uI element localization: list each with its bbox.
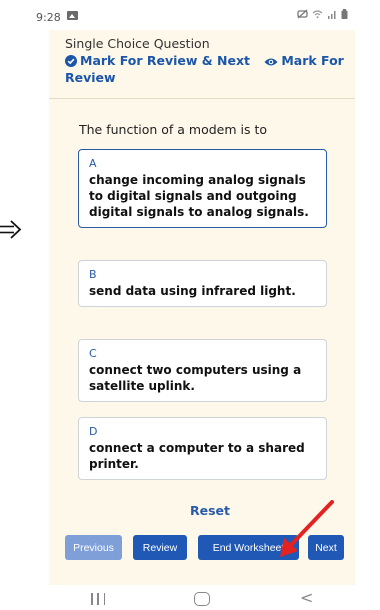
mark-review-next-link[interactable]: Mark For Review & Next: [65, 53, 254, 68]
previous-button[interactable]: Previous: [65, 535, 122, 560]
pointer-arrow-icon: [0, 220, 22, 239]
battery-icon: [341, 9, 348, 19]
signal-icon: [328, 11, 336, 19]
mute-icon: [297, 9, 308, 19]
recent-apps-icon[interactable]: [91, 593, 105, 605]
option-letter: C: [89, 347, 97, 360]
option-text: connect two computers using a satellite …: [89, 363, 302, 393]
home-icon[interactable]: [194, 592, 210, 606]
option-b[interactable]: B send data using infrared light.: [78, 260, 327, 307]
wifi-icon: [312, 10, 323, 19]
eye-icon: [264, 58, 278, 66]
option-a[interactable]: A change incoming analog signals to digi…: [78, 149, 327, 228]
mark-review-next-label: Mark For Review & Next: [80, 53, 250, 68]
annotation-arrow-icon: [280, 500, 334, 557]
status-icons: [297, 9, 348, 19]
left-gutter: [0, 30, 49, 585]
status-time: 9:28: [36, 11, 61, 24]
question-text: The function of a modem is to: [79, 122, 268, 137]
option-c[interactable]: C connect two computers using a satellit…: [78, 339, 327, 402]
mark-actions: Mark For Review & Next Mark For Review: [65, 52, 355, 86]
question-type-label: Single Choice Question: [65, 36, 210, 51]
option-text: connect a computer to a shared printer.: [89, 441, 305, 471]
option-letter: B: [89, 268, 97, 281]
question-panel: Single Choice Question Mark For Review &…: [49, 30, 355, 585]
option-text: send data using infrared light.: [89, 284, 296, 298]
back-icon[interactable]: <: [300, 588, 313, 607]
option-letter: A: [89, 157, 97, 170]
reset-link[interactable]: Reset: [190, 503, 230, 518]
check-circle-icon: [65, 55, 77, 67]
gallery-icon: [67, 11, 78, 20]
right-gutter: [355, 30, 380, 585]
option-letter: D: [89, 425, 98, 438]
option-text: change incoming analog signals to digita…: [89, 173, 309, 219]
status-bar: 9:28: [0, 0, 380, 30]
review-button[interactable]: Review: [133, 535, 187, 560]
header-divider: [49, 98, 355, 99]
navigation-bar: <: [0, 585, 380, 610]
option-d[interactable]: D connect a computer to a shared printer…: [78, 417, 327, 480]
